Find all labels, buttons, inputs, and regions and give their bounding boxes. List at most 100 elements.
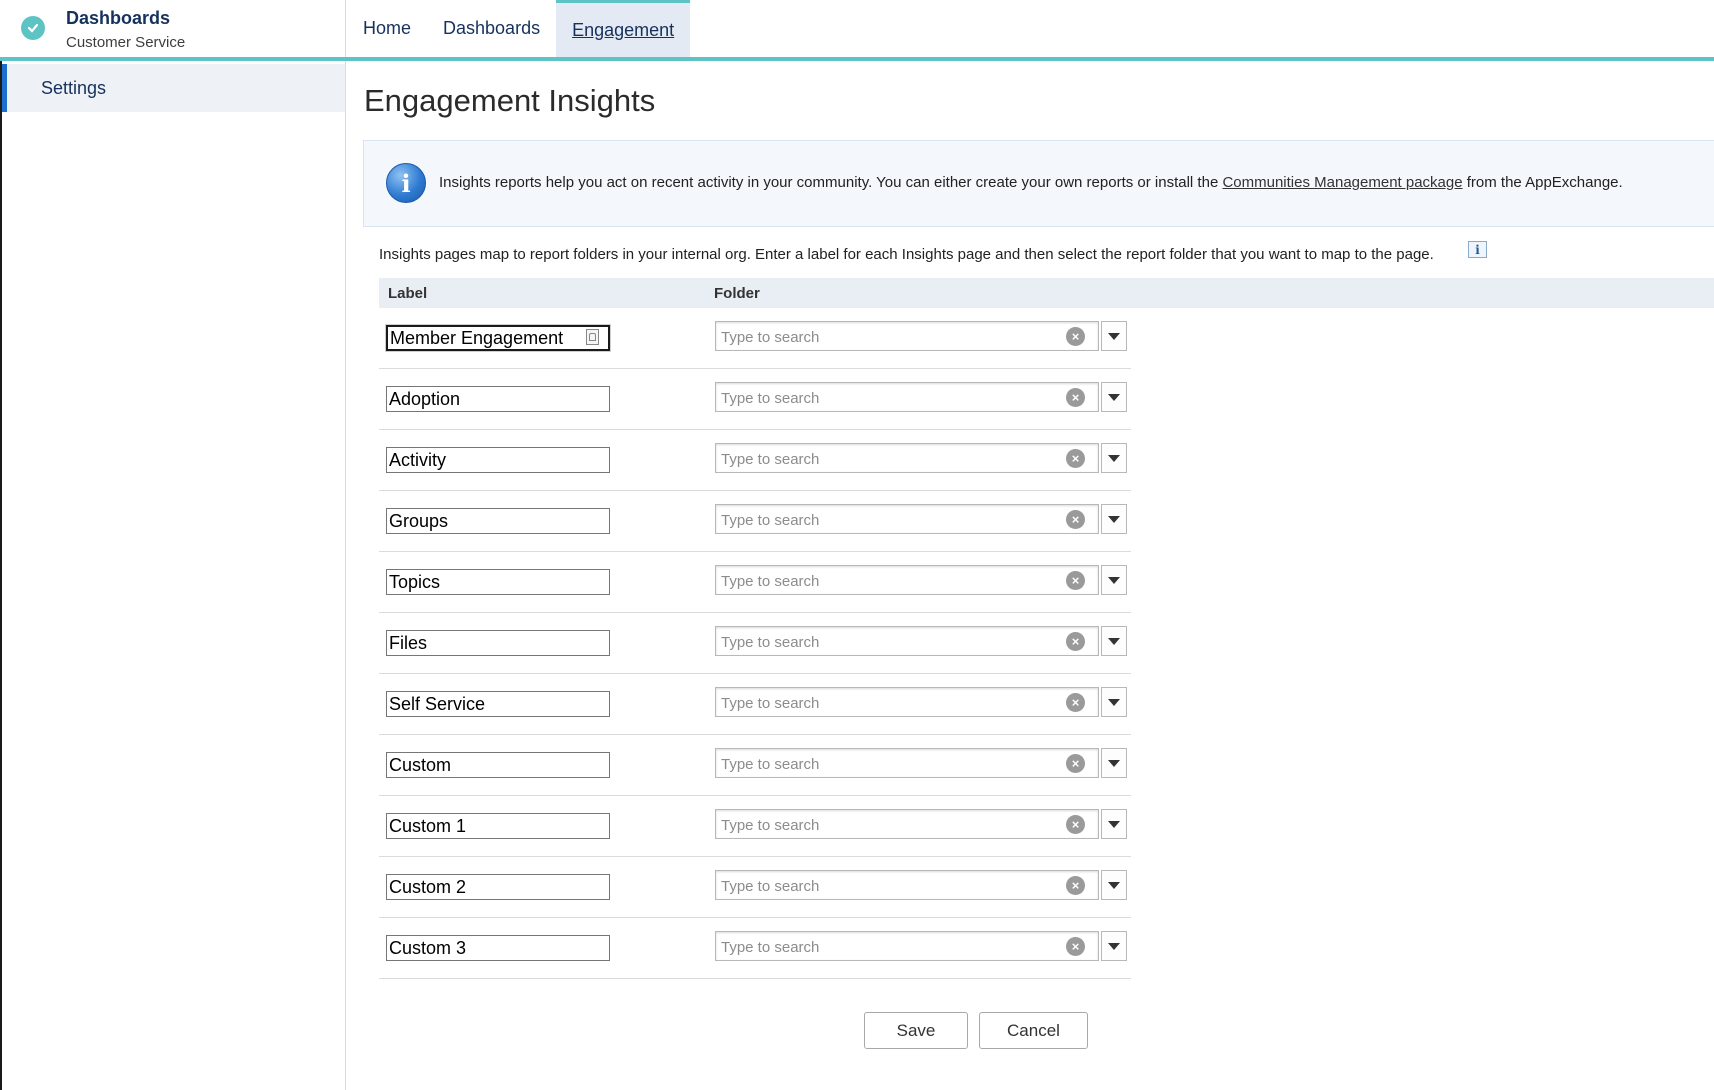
info-text-after: from the AppExchange. [1462, 174, 1623, 191]
clear-icon[interactable]: × [1066, 754, 1085, 773]
label-input[interactable] [386, 691, 610, 717]
folder-search-input[interactable] [716, 505, 1063, 535]
folder-dropdown-button[interactable] [1101, 809, 1127, 839]
table-row: × [379, 918, 1131, 979]
folder-dropdown-button[interactable] [1101, 382, 1127, 412]
folder-dropdown-button[interactable] [1101, 504, 1127, 534]
folder-search-box: × [715, 748, 1099, 779]
info-icon: i [386, 163, 426, 203]
folder-search-input[interactable] [716, 627, 1063, 657]
folder-search-box: × [715, 321, 1099, 352]
folder-dropdown-button[interactable] [1101, 321, 1127, 351]
page-title: Engagement Insights [364, 83, 656, 118]
folder-search-box: × [715, 809, 1099, 840]
table-row: × [379, 857, 1131, 918]
intro-text: Insights pages map to report folders in … [379, 246, 1434, 263]
folder-search-input[interactable] [716, 810, 1063, 840]
folder-search-input[interactable] [716, 322, 1063, 352]
nav-engagement[interactable]: Engagement [556, 0, 691, 57]
table-header: Label Folder [379, 278, 1714, 308]
sidebar: Settings [0, 61, 346, 1090]
label-input[interactable] [386, 935, 610, 961]
folder-dropdown-button[interactable] [1101, 443, 1127, 473]
nav-home[interactable]: Home [347, 0, 427, 57]
table-row: × [379, 369, 1131, 430]
clear-icon[interactable]: × [1066, 937, 1085, 956]
label-input[interactable] [386, 447, 610, 473]
folder-search-box: × [715, 504, 1099, 535]
app-brand: Dashboards Customer Service [0, 0, 346, 57]
app-subtitle: Customer Service [66, 34, 186, 51]
label-input[interactable] [386, 752, 610, 778]
clear-icon[interactable]: × [1066, 632, 1085, 651]
folder-search-input[interactable] [716, 932, 1063, 962]
cancel-button[interactable]: Cancel [979, 1012, 1088, 1049]
folder-search-box: × [715, 626, 1099, 657]
table-row: × [379, 430, 1131, 491]
folder-search-input[interactable] [716, 688, 1063, 718]
table-row: × [379, 613, 1131, 674]
dashboard-logo-icon [21, 16, 45, 40]
folder-dropdown-button[interactable] [1101, 565, 1127, 595]
help-info-icon[interactable]: i [1468, 241, 1487, 258]
chevron-down-icon [1108, 515, 1120, 523]
clear-icon[interactable]: × [1066, 327, 1085, 346]
chevron-down-icon [1108, 698, 1120, 706]
clear-icon[interactable]: × [1066, 693, 1085, 712]
info-text: Insights reports help you act on recent … [439, 174, 1623, 191]
folder-search-input[interactable] [716, 566, 1063, 596]
folder-search-input[interactable] [716, 383, 1063, 413]
sidebar-item-settings[interactable]: Settings [2, 64, 345, 112]
folder-dropdown-button[interactable] [1101, 687, 1127, 717]
top-header: Dashboards Customer Service Home Dashboa… [0, 0, 1714, 61]
folder-search-box: × [715, 565, 1099, 596]
clear-icon[interactable]: × [1066, 876, 1085, 895]
row-divider [379, 978, 709, 979]
table-row: × [379, 735, 1131, 796]
autofill-lock-icon[interactable] [586, 329, 599, 345]
folder-search-box: × [715, 870, 1099, 901]
table-row: × [379, 308, 1131, 369]
label-input[interactable] [386, 813, 610, 839]
folder-search-box: × [715, 443, 1099, 474]
chevron-down-icon [1108, 332, 1120, 340]
folder-dropdown-button[interactable] [1101, 870, 1127, 900]
label-input[interactable] [385, 324, 611, 352]
folder-search-input[interactable] [716, 871, 1063, 901]
clear-icon[interactable]: × [1066, 449, 1085, 468]
communities-package-link[interactable]: Communities Management package [1222, 174, 1462, 191]
folder-search-box: × [715, 687, 1099, 718]
info-banner: i Insights reports help you act on recen… [363, 140, 1714, 227]
chevron-down-icon [1108, 942, 1120, 950]
folder-search-box: × [715, 382, 1099, 413]
top-nav: Home Dashboards Engagement [347, 0, 691, 57]
folder-dropdown-button[interactable] [1101, 748, 1127, 778]
label-input[interactable] [386, 386, 610, 412]
chevron-down-icon [1108, 454, 1120, 462]
chevron-down-icon [1108, 881, 1120, 889]
chevron-down-icon [1108, 820, 1120, 828]
folder-search-input[interactable] [716, 444, 1063, 474]
save-button[interactable]: Save [864, 1012, 968, 1049]
info-text-before: Insights reports help you act on recent … [439, 174, 1223, 191]
nav-dashboards[interactable]: Dashboards [427, 0, 556, 57]
folder-search-input[interactable] [716, 749, 1063, 779]
folder-search-box: × [715, 931, 1099, 962]
label-input[interactable] [386, 508, 610, 534]
clear-icon[interactable]: × [1066, 815, 1085, 834]
chevron-down-icon [1108, 759, 1120, 767]
folder-dropdown-button[interactable] [1101, 931, 1127, 961]
chevron-down-icon [1108, 393, 1120, 401]
table-row: × [379, 674, 1131, 735]
clear-icon[interactable]: × [1066, 510, 1085, 529]
label-input[interactable] [386, 569, 610, 595]
table-row: × [379, 796, 1131, 857]
clear-icon[interactable]: × [1066, 571, 1085, 590]
column-header-label: Label [388, 285, 428, 302]
table-row: × [379, 491, 1131, 552]
folder-dropdown-button[interactable] [1101, 626, 1127, 656]
label-input[interactable] [386, 874, 610, 900]
clear-icon[interactable]: × [1066, 388, 1085, 407]
chevron-down-icon [1108, 637, 1120, 645]
label-input[interactable] [386, 630, 610, 656]
